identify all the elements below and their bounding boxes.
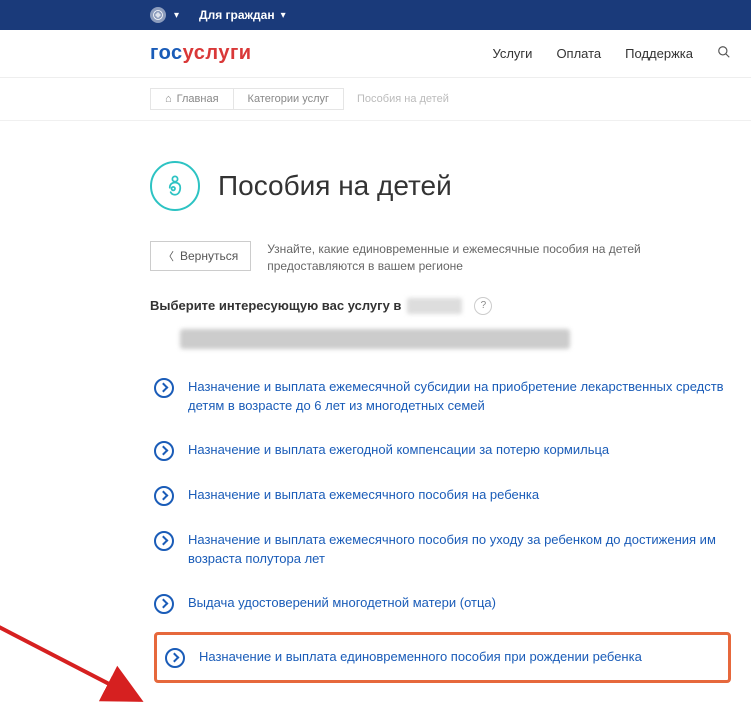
top-bar: ▾ Для граждан ▾ xyxy=(0,0,751,30)
back-button-label: Вернуться xyxy=(180,249,238,263)
chevron-circle-icon xyxy=(154,594,174,614)
help-icon[interactable]: ? xyxy=(474,297,492,315)
chevron-left-icon: 〈 xyxy=(163,248,174,264)
service-label: Назначение и выплата ежегодной компенсац… xyxy=(188,440,609,460)
chevron-circle-icon xyxy=(154,441,174,461)
select-service-row: Выберите интересующую вас услугу в ? xyxy=(150,297,731,315)
breadcrumb-home[interactable]: ⌂ Главная xyxy=(150,88,234,110)
chevron-down-icon[interactable]: ▾ xyxy=(174,10,179,21)
header: госуслуги Услуги Оплата Поддержка xyxy=(0,30,751,78)
select-prefix: Выберите интересующую вас услугу в xyxy=(150,298,401,313)
content: Пособия на детей 〈 Вернуться Узнайте, ка… xyxy=(0,121,751,713)
annotation-arrow xyxy=(0,558,180,718)
chevron-circle-icon xyxy=(154,378,174,398)
search-icon[interactable] xyxy=(717,45,731,62)
service-label: Назначение и выплата ежемесячной субсиди… xyxy=(188,377,731,416)
breadcrumb-current: Пособия на детей xyxy=(343,89,463,109)
breadcrumbs: ⌂ Главная Категории услуг Пособия на дет… xyxy=(0,78,751,121)
category-icon xyxy=(150,161,200,211)
service-label: Выдача удостоверений многодетной матери … xyxy=(188,593,496,613)
chevron-circle-icon xyxy=(154,531,174,551)
service-item[interactable]: Назначение и выплата ежемесячной субсиди… xyxy=(154,367,731,430)
services-list: Назначение и выплата ежемесячной субсиди… xyxy=(154,367,731,683)
chevron-circle-icon xyxy=(165,648,185,668)
main-nav: Услуги Оплата Поддержка xyxy=(492,45,731,62)
home-icon: ⌂ xyxy=(165,93,172,105)
chevron-down-icon[interactable]: ▾ xyxy=(281,10,286,21)
nav-services[interactable]: Услуги xyxy=(492,46,532,61)
intro-text: Узнайте, какие единовременные и ежемесяч… xyxy=(267,241,731,275)
service-item[interactable]: Выдача удостоверений многодетной матери … xyxy=(154,583,731,628)
nav-payment[interactable]: Оплата xyxy=(556,46,601,61)
breadcrumb-home-label: Главная xyxy=(177,93,219,105)
service-label: Назначение и выплата единовременного пос… xyxy=(199,647,642,667)
chevron-circle-icon xyxy=(154,486,174,506)
breadcrumb-cat-label: Категории услуг xyxy=(248,93,329,105)
page-title: Пособия на детей xyxy=(218,170,452,202)
service-item[interactable]: Назначение и выплата ежегодной компенсац… xyxy=(154,430,731,475)
blurred-bar xyxy=(180,329,570,349)
audience-selector[interactable]: Для граждан xyxy=(199,8,275,22)
logo[interactable]: госуслуги xyxy=(150,42,252,65)
breadcrumb-categories[interactable]: Категории услуг xyxy=(233,88,344,110)
logo-part2: услуги xyxy=(183,42,252,64)
region-name-blurred xyxy=(407,298,462,314)
emblem-icon xyxy=(150,7,166,23)
page-header: Пособия на детей xyxy=(150,161,731,211)
service-label: Назначение и выплата ежемесячного пособи… xyxy=(188,485,539,505)
service-item-highlighted[interactable]: Назначение и выплата единовременного пос… xyxy=(154,632,731,683)
nav-support[interactable]: Поддержка xyxy=(625,46,693,61)
service-item[interactable]: Назначение и выплата ежемесячного пособи… xyxy=(154,520,731,583)
back-button[interactable]: 〈 Вернуться xyxy=(150,241,251,271)
service-label: Назначение и выплата ежемесячного пособи… xyxy=(188,530,731,569)
logo-part1: гос xyxy=(150,42,183,64)
service-item[interactable]: Назначение и выплата ежемесячного пособи… xyxy=(154,475,731,520)
